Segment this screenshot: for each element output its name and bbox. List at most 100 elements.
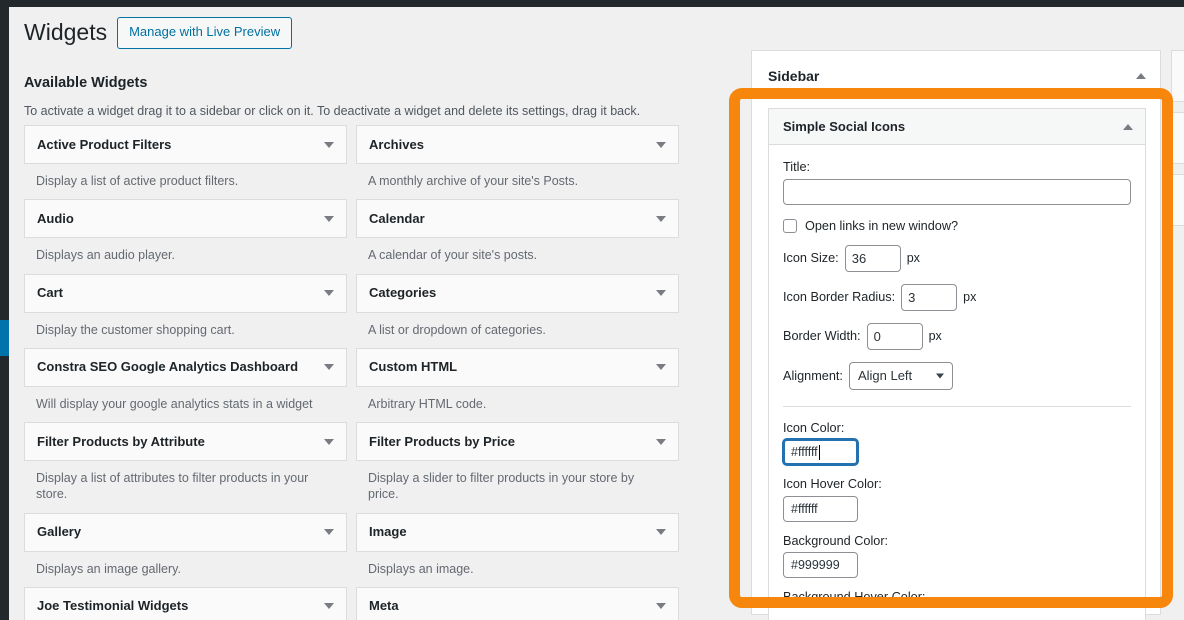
widget-card[interactable]: Filter Products by Attribute bbox=[24, 422, 347, 461]
icon-border-radius-input[interactable] bbox=[901, 283, 958, 311]
widgets-column-left: Active Product Filters Display a list of … bbox=[24, 125, 347, 620]
chevron-down-icon[interactable] bbox=[324, 438, 334, 445]
chevron-down-icon[interactable] bbox=[656, 364, 666, 371]
widget-card[interactable]: Calendar bbox=[356, 199, 679, 239]
widget-card[interactable]: Custom HTML bbox=[356, 347, 679, 387]
widget-card[interactable]: Joe Testimonial Widgets bbox=[24, 586, 347, 620]
text-cursor bbox=[818, 444, 820, 460]
background-color-label: Background Color: bbox=[783, 533, 889, 548]
widget-item: Active Product Filters Display a list of … bbox=[24, 125, 347, 199]
widget-card[interactable]: Archives bbox=[356, 125, 679, 164]
title-input[interactable] bbox=[783, 178, 1131, 205]
open-links-new-window-row[interactable]: Open links in new window? bbox=[783, 218, 1131, 233]
chevron-down-icon[interactable] bbox=[324, 603, 334, 610]
widget-settings-header[interactable]: Simple Social Icons bbox=[769, 109, 1145, 145]
widget-card-description: Display a slider to filter products in y… bbox=[368, 471, 635, 502]
widget-card-title: Cart bbox=[37, 285, 64, 301]
widgets-column-right: Archives A monthly archive of your site's… bbox=[356, 125, 679, 620]
border-width-input[interactable] bbox=[866, 322, 923, 350]
chevron-down-icon[interactable] bbox=[324, 215, 334, 222]
chevron-down-icon bbox=[935, 373, 944, 378]
chevron-down-icon[interactable] bbox=[656, 290, 666, 296]
chevron-down-icon[interactable] bbox=[656, 529, 666, 535]
chevron-down-icon[interactable] bbox=[324, 529, 334, 535]
manage-with-live-preview-button[interactable]: Manage with Live Preview bbox=[117, 17, 293, 49]
chevron-up-icon[interactable] bbox=[1123, 123, 1133, 130]
widget-card[interactable]: Categories bbox=[356, 273, 679, 313]
widgets-admin-screen: Widgets Manage with Live Preview Availab… bbox=[0, 0, 1184, 620]
widget-card[interactable]: Gallery bbox=[24, 512, 347, 552]
widget-card-title: Audio bbox=[37, 210, 74, 226]
widget-item: Calendar A calendar of your site's posts. bbox=[356, 199, 679, 273]
chevron-down-icon[interactable] bbox=[324, 141, 334, 148]
widget-card[interactable]: Filter Products by Price bbox=[356, 422, 679, 461]
chevron-down-icon[interactable] bbox=[656, 215, 666, 222]
icon-border-radius-row: Icon Border Radius: px bbox=[783, 283, 1131, 311]
page-header: Widgets Manage with Live Preview bbox=[24, 17, 293, 49]
alignment-select[interactable]: Align Left bbox=[848, 361, 953, 390]
widget-card[interactable]: Constra SEO Google Analytics Dashboard bbox=[24, 347, 347, 387]
widget-card[interactable]: Audio bbox=[24, 199, 347, 239]
main-content: Widgets Manage with Live Preview Availab… bbox=[9, 7, 1184, 620]
icon-color-input[interactable]: #ffffff bbox=[783, 439, 858, 465]
widget-card[interactable]: Cart bbox=[24, 273, 347, 313]
widget-card-description: Will display your google analytics stats… bbox=[36, 396, 313, 411]
chevron-up-icon[interactable] bbox=[1136, 72, 1146, 79]
widget-card-title: Calendar bbox=[369, 210, 425, 226]
icon-size-label: Icon Size: bbox=[783, 251, 839, 265]
background-color-group: Background Color: #999999 bbox=[783, 533, 1131, 578]
widget-card-title: Archives bbox=[369, 136, 424, 152]
border-width-label: Border Width: bbox=[783, 329, 861, 343]
widget-card-title: Joe Testimonial Widgets bbox=[37, 598, 189, 614]
widget-card-description: A list or dropdown of categories. bbox=[368, 322, 546, 337]
icon-hover-color-input[interactable]: #ffffff bbox=[783, 495, 858, 522]
available-widgets-heading: Available Widgets bbox=[24, 75, 148, 91]
widget-item: Cart Display the customer shopping cart. bbox=[24, 273, 347, 348]
background-color-input[interactable]: #999999 bbox=[783, 552, 858, 578]
sidebar-panel: Sidebar Simple Social Icons Title: Open … bbox=[751, 50, 1161, 620]
alignment-selected-value: Align Left bbox=[857, 368, 913, 383]
widget-card-description: Display the customer shopping cart. bbox=[36, 322, 235, 337]
simple-social-icons-widget: Simple Social Icons Title: Open links in… bbox=[768, 108, 1146, 620]
background-color-value: #999999 bbox=[791, 558, 840, 572]
sidebars-area: Sidebar Simple Social Icons Title: Open … bbox=[751, 50, 1184, 620]
chevron-down-icon[interactable] bbox=[656, 603, 666, 610]
icon-border-radius-unit: px bbox=[963, 290, 977, 304]
background-hover-color-group: Background Hover Color: bbox=[783, 589, 1131, 606]
widget-card-description: Displays an image gallery. bbox=[36, 561, 181, 576]
admin-menu-sidebar[interactable] bbox=[0, 7, 9, 620]
sidebar-column-2-panel-b[interactable] bbox=[1171, 112, 1184, 164]
widget-card[interactable]: Active Product Filters bbox=[24, 125, 347, 164]
widget-card-description: Arbitrary HTML code. bbox=[368, 396, 487, 411]
widget-card-title: Constra SEO Google Analytics Dashboard bbox=[37, 359, 299, 375]
open-links-new-window-checkbox[interactable] bbox=[783, 218, 797, 233]
page-title: Widgets bbox=[24, 18, 108, 45]
chevron-down-icon[interactable] bbox=[656, 438, 666, 445]
widget-card[interactable]: Meta bbox=[356, 586, 679, 620]
widget-card-title: Gallery bbox=[37, 524, 82, 540]
widget-card[interactable]: Image bbox=[356, 512, 679, 552]
widget-card-description: A monthly archive of your site's Posts. bbox=[368, 174, 579, 188]
widget-card-title: Active Product Filters bbox=[37, 136, 172, 152]
sidebar-panel-header[interactable]: Sidebar bbox=[752, 51, 1160, 100]
available-widgets-description: To activate a widget drag it to a sideba… bbox=[24, 104, 641, 118]
icon-color-group: Icon Color: #ffffff bbox=[783, 420, 1131, 465]
icon-color-label: Icon Color: bbox=[783, 420, 845, 435]
icon-color-value: #ffffff bbox=[791, 445, 818, 459]
chevron-down-icon[interactable] bbox=[324, 364, 334, 371]
open-links-new-window-label: Open links in new window? bbox=[805, 218, 959, 233]
widget-card-description: Displays an image. bbox=[368, 561, 474, 576]
sidebar-column-2-panel-c[interactable] bbox=[1171, 174, 1184, 226]
chevron-down-icon[interactable] bbox=[324, 290, 334, 296]
admin-menu-active-marker bbox=[0, 320, 9, 356]
widget-item: Constra SEO Google Analytics Dashboard Wi… bbox=[24, 347, 347, 422]
icon-border-radius-label: Icon Border Radius: bbox=[783, 290, 896, 304]
icon-size-input[interactable] bbox=[844, 244, 901, 272]
widget-card-description: A calendar of your site's posts. bbox=[368, 248, 538, 263]
widget-item: Gallery Displays an image gallery. bbox=[24, 512, 347, 587]
sidebar-panel-title: Sidebar bbox=[768, 67, 820, 84]
icon-size-row: Icon Size: px bbox=[783, 244, 1131, 272]
chevron-down-icon[interactable] bbox=[656, 141, 666, 148]
widget-card-title: Filter Products by Price bbox=[369, 433, 515, 449]
sidebar-column-2-panel-a[interactable] bbox=[1171, 50, 1184, 102]
